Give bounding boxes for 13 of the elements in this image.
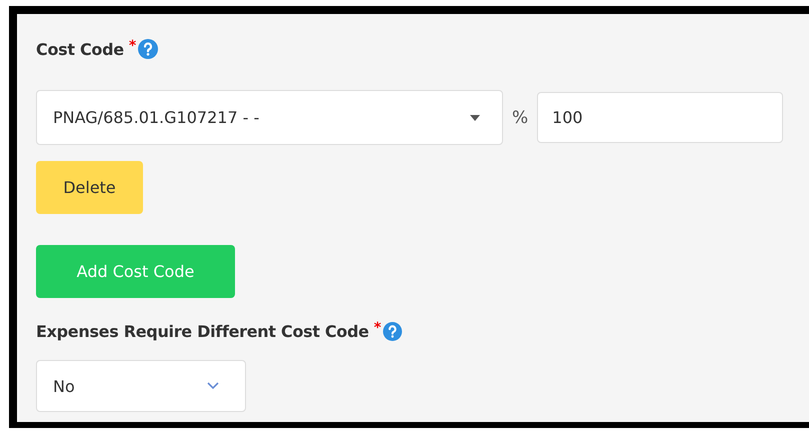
help-icon[interactable] xyxy=(138,39,158,59)
delete-button[interactable]: Delete xyxy=(36,161,143,214)
field-label: Cost Code xyxy=(36,40,124,58)
required-mark: * xyxy=(374,320,382,336)
percent-input[interactable]: 100 xyxy=(537,92,784,143)
help-icon[interactable] xyxy=(383,322,402,340)
expenses-select[interactable]: No xyxy=(36,360,246,412)
required-mark: * xyxy=(128,38,136,54)
field-label: Expenses Require Different Cost Code xyxy=(36,322,369,340)
caret-icon xyxy=(470,114,480,120)
chevron-down-icon xyxy=(207,382,219,390)
cost-code-select[interactable]: PNAG/685.01.G107217 - - xyxy=(36,90,503,145)
percent-sign: % xyxy=(512,108,528,128)
